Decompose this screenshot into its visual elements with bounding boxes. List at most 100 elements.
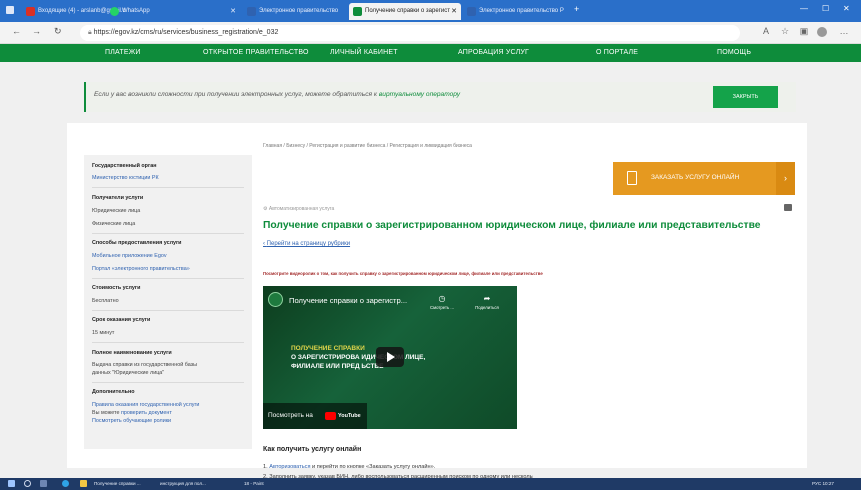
close-tab-icon[interactable]: ✕ bbox=[230, 3, 236, 20]
methods-heading: Способы предоставления услуги bbox=[92, 240, 182, 246]
search-icon[interactable] bbox=[24, 480, 31, 487]
close-tab-icon[interactable]: ✕ bbox=[451, 3, 457, 20]
share-button[interactable]: ➦ Поделиться bbox=[467, 294, 507, 310]
watch-later-button[interactable]: ◷ Смотреть ... bbox=[426, 294, 458, 310]
new-tab-button[interactable]: + bbox=[574, 4, 579, 14]
back-to-rubric-link[interactable]: ‹ Перейти на страницу рубрики bbox=[263, 241, 350, 247]
nav-service-testing[interactable]: АПРОБАЦИЯ УСЛУГ bbox=[458, 44, 529, 62]
explorer-icon[interactable] bbox=[80, 480, 87, 487]
taskbar-item-browser[interactable]: Получение справки ... bbox=[94, 479, 154, 489]
taskbar-item-word[interactable]: инструкция для пол... bbox=[160, 479, 226, 489]
tab-egov-1[interactable]: Электронное правительство bbox=[243, 3, 349, 20]
nav-help[interactable]: ПОМОЩЬ bbox=[717, 44, 751, 62]
play-icon[interactable] bbox=[376, 347, 404, 367]
divider bbox=[92, 278, 244, 279]
cost-heading: Стоимость услуги bbox=[92, 285, 141, 291]
service-rules-link[interactable]: Правила оказания государственной услуги bbox=[92, 402, 199, 408]
back-icon[interactable]: ← bbox=[12, 26, 21, 36]
more-icon[interactable]: … bbox=[838, 26, 850, 38]
service-info-sidebar: Государственный орган Министерство юстиц… bbox=[84, 155, 252, 449]
divider bbox=[92, 233, 244, 234]
taskbar-item-paint[interactable]: 18 - Paint bbox=[244, 479, 284, 489]
fullname-heading: Полное наименование услуги bbox=[92, 350, 172, 356]
term-value: 15 минут bbox=[92, 330, 115, 336]
maximize-icon[interactable]: ☐ bbox=[822, 4, 829, 13]
reload-icon[interactable]: ↻ bbox=[54, 26, 62, 37]
divider bbox=[92, 382, 244, 383]
tab-active-service[interactable]: Получение справки о зарегист ✕ bbox=[349, 3, 461, 20]
virtual-operator-link[interactable]: виртуальному оператору bbox=[379, 91, 460, 98]
divider bbox=[92, 342, 244, 343]
watch-on-youtube-bar[interactable]: Посмотреть на YouTube bbox=[263, 403, 367, 429]
browser-menu-icon[interactable] bbox=[6, 6, 14, 14]
check-document-text: Вы можете проверить документ bbox=[92, 410, 172, 416]
recipient-item: Юридические лица bbox=[92, 208, 141, 214]
order-service-online-button[interactable]: ЗАКАЗАТЬ УСЛУГУ ОНЛАЙН › bbox=[613, 162, 795, 195]
close-window-icon[interactable]: ✕ bbox=[843, 4, 850, 13]
chevron-right-icon: › bbox=[776, 162, 795, 195]
nav-about-portal[interactable]: О ПОРТАЛЕ bbox=[596, 44, 638, 62]
tab-whatsapp[interactable]: WhatsApp ✕ bbox=[106, 3, 240, 20]
browser-address-bar: ← → ↻ 🔒︎ https://egov.kz/cms/ru/services… bbox=[0, 22, 861, 44]
youtube-video-player[interactable]: Получение справки о зарегистр... ◷ Смотр… bbox=[263, 286, 517, 429]
step-1: 1. Авторизоваться и перейти по кнопке «З… bbox=[263, 464, 436, 470]
video-overlay-text: ПОЛУЧЕНИЕ СПРАВКИ bbox=[291, 345, 365, 352]
nav-payments[interactable]: ПЛАТЕЖИ bbox=[105, 44, 141, 62]
divider bbox=[92, 310, 244, 311]
nav-open-government[interactable]: ОТКРЫТОЕ ПРАВИТЕЛЬСТВО bbox=[203, 44, 309, 62]
egov-active-icon bbox=[353, 7, 362, 16]
page-title: Получение справки о зарегистрированном ю… bbox=[263, 220, 761, 231]
egov-icon bbox=[467, 7, 476, 16]
gov-body-link[interactable]: Министерство юстиции РК bbox=[92, 175, 159, 181]
collections-icon[interactable]: ▣ bbox=[798, 26, 810, 38]
clock-icon: ◷ bbox=[438, 294, 446, 303]
os-taskbar: Получение справки ... инструкция для пол… bbox=[0, 478, 861, 490]
recipients-heading: Получатели услуги bbox=[92, 195, 144, 201]
training-videos-link[interactable]: Посмотреть обучающие ролики bbox=[92, 418, 171, 424]
method-portal-link[interactable]: Портал «электронного правительства» bbox=[92, 266, 190, 272]
fullname-line: данных "Юридические лица" bbox=[92, 370, 165, 376]
divider bbox=[92, 187, 244, 188]
video-overlay-text: ФИЛИАЛЕ ИЛИ ПРЕД ЬСТВЕ bbox=[291, 363, 384, 370]
tab-egov-2[interactable]: Электронное правительство Р bbox=[463, 3, 571, 20]
method-mobile-app-link[interactable]: Мобильное приложение Egov bbox=[92, 253, 167, 259]
breadcrumb[interactable]: Главная / Бизнесу / Регистрация и развит… bbox=[263, 143, 472, 149]
document-icon bbox=[627, 171, 637, 185]
favorites-icon[interactable]: ☆ bbox=[779, 26, 791, 38]
channel-avatar[interactable] bbox=[268, 292, 283, 307]
url-input[interactable]: 🔒︎ https://egov.kz/cms/ru/services/busin… bbox=[80, 25, 740, 41]
task-view-icon[interactable] bbox=[40, 480, 47, 487]
read-aloud-icon[interactable]: A bbox=[760, 26, 772, 38]
gov-body-heading: Государственный орган bbox=[92, 163, 157, 169]
nav-personal-account[interactable]: ЛИЧНЫЙ КАБИНЕТ bbox=[330, 44, 398, 62]
order-service-label: ЗАКАЗАТЬ УСЛУГУ ОНЛАЙН bbox=[651, 174, 740, 181]
forward-icon[interactable]: → bbox=[32, 26, 41, 36]
minimize-icon[interactable]: — bbox=[800, 4, 808, 13]
authorize-link[interactable]: Авторизоваться bbox=[269, 464, 310, 470]
share-icon: ➦ bbox=[483, 294, 491, 303]
main-nav: ПЛАТЕЖИ ОТКРЫТОЕ ПРАВИТЕЛЬСТВО ЛИЧНЫЙ КА… bbox=[0, 44, 861, 62]
video-caption: Посмотрите видеоролик о том, как получит… bbox=[263, 271, 543, 276]
whatsapp-icon bbox=[110, 7, 119, 16]
extra-heading: Дополнительно bbox=[92, 389, 135, 395]
windows-start-icon[interactable] bbox=[8, 480, 15, 487]
video-overlay-text: О ЗАРЕГИСТРИРОВА ИДИЧЕСКОМ ЛИЦЕ, bbox=[291, 354, 426, 361]
cost-value: Бесплатно bbox=[92, 298, 119, 304]
check-document-link[interactable]: проверить документ bbox=[121, 410, 172, 416]
watch-on-label: Посмотреть на bbox=[268, 412, 313, 419]
browser-tab-bar: Входящие (4) - arslanb@gmail.c WhatsApp … bbox=[0, 0, 861, 22]
profile-avatar[interactable] bbox=[817, 27, 827, 37]
egov-icon bbox=[247, 7, 256, 16]
taskbar-clock[interactable]: РУС 10:27 bbox=[812, 479, 834, 489]
close-notice-button[interactable]: ЗАКРЫТЬ bbox=[713, 86, 778, 108]
fullname-line: Выдача справки из государственной базы bbox=[92, 362, 197, 368]
recipient-item: Физические лица bbox=[92, 221, 136, 227]
how-to-get-heading: Как получить услугу онлайн bbox=[263, 446, 362, 453]
notice-text: Если у вас возникли сложности при получе… bbox=[94, 91, 461, 98]
video-title[interactable]: Получение справки о зарегистр... bbox=[289, 296, 407, 305]
help-notice: Если у вас возникли сложности при получе… bbox=[84, 82, 796, 112]
term-heading: Срок оказания услуги bbox=[92, 317, 151, 323]
print-icon[interactable] bbox=[784, 204, 792, 211]
edge-icon[interactable] bbox=[62, 480, 69, 487]
gmail-icon bbox=[26, 7, 35, 16]
